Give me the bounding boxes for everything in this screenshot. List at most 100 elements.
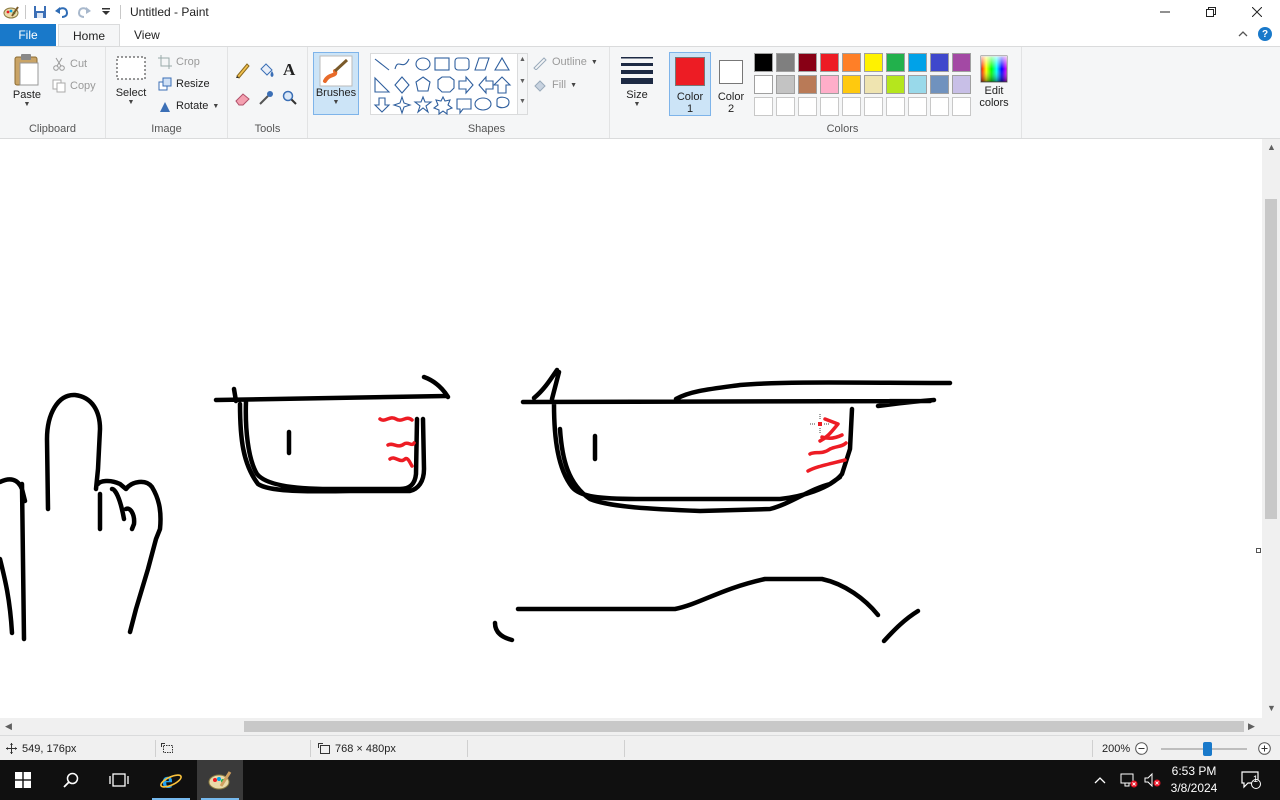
redo-icon[interactable] [73,1,95,23]
rotate-button[interactable]: Rotate ▼ [158,97,219,115]
palette-color-swatch[interactable] [776,97,795,116]
clock[interactable]: 6:53 PM 3/8/2024 [1158,763,1230,797]
palette-color-swatch[interactable] [820,75,839,94]
palette-color-swatch[interactable] [864,97,883,116]
palette-color-swatch[interactable] [776,53,795,72]
palette-color-swatch[interactable] [908,53,927,72]
fill-button[interactable]: Fill ▼ [532,76,577,94]
canvas-resize-handle[interactable] [1256,548,1261,553]
eraser-tool[interactable] [234,89,252,107]
shapes-gallery-scroll[interactable]: ▲ ▼ ▼ [517,54,527,114]
palette-color-swatch[interactable] [754,53,773,72]
scroll-left-icon[interactable]: ◀ [5,721,12,732]
brushes-button[interactable]: Brushes ▼ [313,52,359,115]
shapes-scroll-down-icon[interactable]: ▼ [519,78,526,85]
network-icon[interactable] [1120,772,1138,788]
palette-color-swatch[interactable] [886,53,905,72]
minimize-button[interactable] [1142,0,1188,24]
palette-color-swatch[interactable] [930,53,949,72]
palette-color-swatch[interactable] [886,97,905,116]
zoom-out-icon[interactable] [1135,742,1148,755]
edit-colors-button[interactable]: Edit colors [974,55,1014,109]
task-view-button[interactable] [96,760,142,800]
palette-color-swatch[interactable] [864,75,883,94]
scroll-up-icon[interactable]: ▲ [1267,142,1276,152]
size-label: Size [626,89,648,101]
customize-toolbar-icon[interactable] [95,1,117,23]
tab-view[interactable]: View [120,24,174,46]
collapse-ribbon-icon[interactable] [1238,30,1248,38]
palette-color-swatch[interactable] [798,75,817,94]
cut-button[interactable]: Cut [52,55,87,73]
palette-color-swatch[interactable] [754,97,773,116]
horizontal-scrollbar[interactable]: ◀ ▶ [0,718,1262,735]
palette-color-swatch[interactable] [798,53,817,72]
select-button[interactable]: Select ▼ [114,55,148,106]
outline-button[interactable]: Outline ▼ [532,53,598,71]
fill-tool[interactable] [257,61,275,79]
undo-icon[interactable] [51,1,73,23]
palette-color-swatch[interactable] [798,97,817,116]
palette-color-swatch[interactable] [930,75,949,94]
vertical-scroll-thumb[interactable] [1265,199,1277,519]
canvas-size-text: 768 × 480px [335,742,396,755]
zoom-in-icon[interactable] [1258,742,1271,755]
horizontal-scroll-thumb[interactable] [244,721,1244,732]
copy-button[interactable]: Copy [52,77,96,95]
palette-color-swatch[interactable] [886,75,905,94]
scroll-right-icon[interactable]: ▶ [1248,721,1255,732]
palette-color-swatch[interactable] [820,97,839,116]
palette-color-swatch[interactable] [908,75,927,94]
palette-color-swatch[interactable] [842,75,861,94]
palette-color-swatch[interactable] [952,75,971,94]
paint-app-icon[interactable] [0,1,22,23]
palette-color-swatch[interactable] [754,75,773,94]
taskbar-internet-explorer[interactable]: e [148,760,194,800]
restore-button[interactable] [1188,0,1234,24]
palette-color-swatch[interactable] [930,97,949,116]
help-icon[interactable]: ? [1258,27,1272,41]
color2-button[interactable]: Color 2 [714,52,748,116]
search-button[interactable] [48,760,94,800]
scroll-down-icon[interactable]: ▼ [1267,703,1276,713]
palette-color-swatch[interactable] [842,53,861,72]
color-picker-tool[interactable] [258,89,274,107]
close-button[interactable] [1234,0,1280,24]
save-icon[interactable] [29,1,51,23]
zoom-slider-thumb[interactable] [1203,741,1213,756]
taskbar-paint[interactable] [197,760,243,800]
drawing-canvas[interactable] [0,139,1254,718]
zoom-slider[interactable] [1161,741,1248,756]
shapes-more-icon[interactable]: ▼ [519,98,526,105]
crop-button[interactable]: Crop [158,53,200,71]
text-tool[interactable]: A [282,60,298,78]
color1-swatch [675,57,705,86]
color1-button[interactable]: Color 1 [669,52,711,116]
magnifier-tool[interactable] [282,89,298,107]
palette-color-swatch[interactable] [842,97,861,116]
pencil-tool[interactable] [234,61,252,79]
action-center-button[interactable]: 1 [1236,760,1266,800]
color2-label-line2: 2 [727,103,735,115]
start-button[interactable] [0,760,46,800]
resize-button[interactable]: Resize [158,75,210,93]
palette-color-swatch[interactable] [952,97,971,116]
palette-color-swatch[interactable] [952,53,971,72]
vertical-scrollbar[interactable]: ▲ ▼ [1262,139,1280,718]
text-icon: A [283,60,296,78]
paste-button[interactable]: Paste ▼ [8,53,46,108]
separator [25,5,26,19]
shapes-scroll-up-icon[interactable]: ▲ [519,56,526,63]
palette-color-swatch[interactable] [908,97,927,116]
drawing-stroke-pan-2 [520,367,953,514]
palette-color-swatch[interactable] [776,75,795,94]
tab-home[interactable]: Home [58,24,121,46]
show-hidden-icons-icon[interactable] [1094,776,1106,784]
canvas-size: 768 × 480px [318,736,396,761]
status-bar: 549, 176px 768 × 480px 200% [0,735,1280,760]
clock-time: 6:53 PM [1171,764,1217,778]
palette-color-swatch[interactable] [864,53,883,72]
size-button[interactable]: Size ▼ [618,55,656,108]
tab-file[interactable]: File [0,24,56,46]
palette-color-swatch[interactable] [820,53,839,72]
